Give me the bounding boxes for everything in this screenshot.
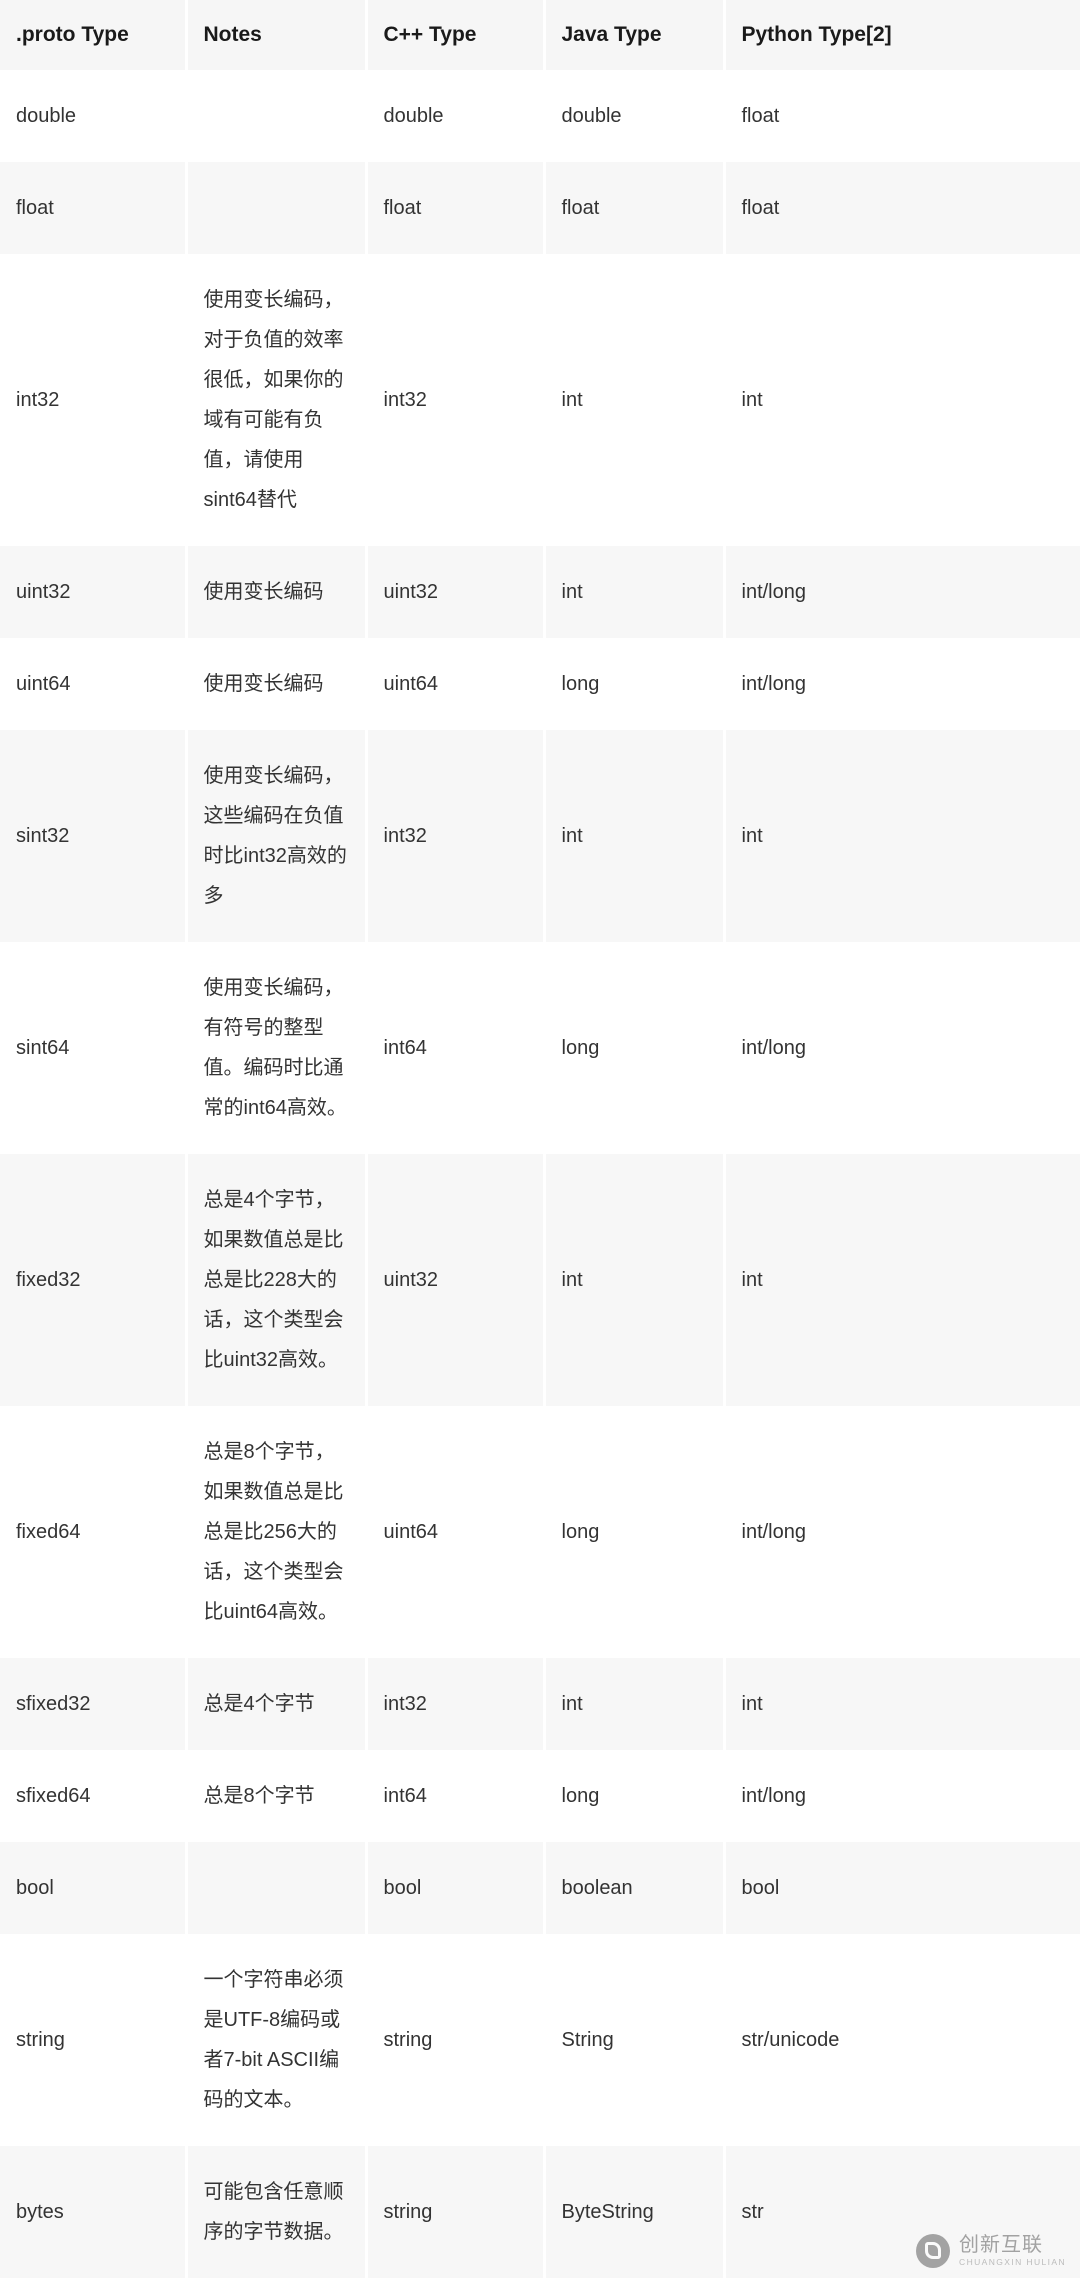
cell-notes: 总是4个字节，如果数值总是比总是比228大的话，这个类型会比uint32高效。 xyxy=(186,1154,368,1406)
cell-notes: 使用变长编码，这些编码在负值时比int32高效的多 xyxy=(186,730,368,942)
cell-java-type: ByteString xyxy=(544,2146,726,2278)
table-row: int32 使用变长编码，对于负值的效率很低，如果你的域有可能有负值，请使用si… xyxy=(0,254,1080,546)
cell-cpp-type: int32 xyxy=(366,254,546,546)
cell-cpp-type: uint64 xyxy=(366,1406,546,1658)
table-row: uint64 使用变长编码 uint64 long int/long xyxy=(0,638,1080,730)
cell-notes: 使用变长编码，对于负值的效率很低，如果你的域有可能有负值，请使用sint64替代 xyxy=(186,254,368,546)
cell-proto-type: bool xyxy=(0,1842,188,1934)
column-header-proto-type: .proto Type xyxy=(0,0,188,70)
cell-notes: 使用变长编码 xyxy=(186,638,368,730)
table-row: sint32 使用变长编码，这些编码在负值时比int32高效的多 int32 i… xyxy=(0,730,1080,942)
cell-cpp-type: int64 xyxy=(366,942,546,1154)
cell-notes: 使用变长编码 xyxy=(186,546,368,638)
cell-java-type: double xyxy=(544,70,726,162)
cell-notes xyxy=(186,162,368,254)
cell-cpp-type: bool xyxy=(366,1842,546,1934)
table-row: string 一个字符串必须是UTF-8编码或者7-bit ASCII编码的文本… xyxy=(0,1934,1080,2146)
column-header-notes: Notes xyxy=(186,0,368,70)
cell-notes xyxy=(186,1842,368,1934)
cell-python-type: int/long xyxy=(724,1750,1080,1842)
cell-cpp-type: string xyxy=(366,1934,546,2146)
cell-python-type: int/long xyxy=(724,638,1080,730)
cell-proto-type: double xyxy=(0,70,188,162)
column-header-java-type: Java Type xyxy=(544,0,726,70)
table-row: sfixed32 总是4个字节 int32 int int xyxy=(0,1658,1080,1750)
cell-java-type: String xyxy=(544,1934,726,2146)
cell-proto-type: float xyxy=(0,162,188,254)
cell-proto-type: fixed32 xyxy=(0,1154,188,1406)
cell-java-type: int xyxy=(544,546,726,638)
cell-java-type: float xyxy=(544,162,726,254)
table-header: .proto Type Notes C++ Type Java Type Pyt… xyxy=(0,0,1080,70)
table-row: fixed32 总是4个字节，如果数值总是比总是比228大的话，这个类型会比ui… xyxy=(0,1154,1080,1406)
cell-proto-type: string xyxy=(0,1934,188,2146)
table-row: uint32 使用变长编码 uint32 int int/long xyxy=(0,546,1080,638)
cell-cpp-type: int32 xyxy=(366,1658,546,1750)
cell-cpp-type: double xyxy=(366,70,546,162)
cell-proto-type: int32 xyxy=(0,254,188,546)
cell-python-type: float xyxy=(724,162,1080,254)
cell-java-type: boolean xyxy=(544,1842,726,1934)
cell-cpp-type: uint32 xyxy=(366,546,546,638)
cell-python-type: int/long xyxy=(724,942,1080,1154)
cell-notes: 可能包含任意顺序的字节数据。 xyxy=(186,2146,368,2278)
cell-notes: 总是8个字节 xyxy=(186,1750,368,1842)
cell-java-type: long xyxy=(544,1750,726,1842)
cell-java-type: int xyxy=(544,254,726,546)
cell-proto-type: sfixed64 xyxy=(0,1750,188,1842)
cell-cpp-type: int64 xyxy=(366,1750,546,1842)
table-body: double double double float float float f… xyxy=(0,70,1080,2278)
table-header-row: .proto Type Notes C++ Type Java Type Pyt… xyxy=(0,0,1080,70)
table-row: double double double float xyxy=(0,70,1080,162)
cell-proto-type: fixed64 xyxy=(0,1406,188,1658)
cell-java-type: long xyxy=(544,942,726,1154)
cell-notes: 使用变长编码，有符号的整型值。编码时比通常的int64高效。 xyxy=(186,942,368,1154)
table-row: fixed64 总是8个字节，如果数值总是比总是比256大的话，这个类型会比ui… xyxy=(0,1406,1080,1658)
cell-python-type: bool xyxy=(724,1842,1080,1934)
cell-cpp-type: uint64 xyxy=(366,638,546,730)
cell-notes: 总是4个字节 xyxy=(186,1658,368,1750)
cell-proto-type: sint32 xyxy=(0,730,188,942)
cell-python-type: int xyxy=(724,1154,1080,1406)
cell-python-type: int xyxy=(724,730,1080,942)
table-row: sfixed64 总是8个字节 int64 long int/long xyxy=(0,1750,1080,1842)
cell-python-type: int xyxy=(724,254,1080,546)
cell-proto-type: uint64 xyxy=(0,638,188,730)
cell-python-type: int/long xyxy=(724,1406,1080,1658)
proto-scalar-types-table: .proto Type Notes C++ Type Java Type Pyt… xyxy=(0,0,1080,2278)
table-row: bytes 可能包含任意顺序的字节数据。 string ByteString s… xyxy=(0,2146,1080,2278)
cell-python-type: int/long xyxy=(724,546,1080,638)
cell-proto-type: bytes xyxy=(0,2146,188,2278)
cell-notes: 一个字符串必须是UTF-8编码或者7-bit ASCII编码的文本。 xyxy=(186,1934,368,2146)
cell-java-type: int xyxy=(544,1658,726,1750)
cell-java-type: int xyxy=(544,1154,726,1406)
cell-cpp-type: string xyxy=(366,2146,546,2278)
cell-proto-type: sfixed32 xyxy=(0,1658,188,1750)
cell-python-type: float xyxy=(724,70,1080,162)
cell-python-type: str/unicode xyxy=(724,1934,1080,2146)
cell-notes xyxy=(186,70,368,162)
cell-java-type: long xyxy=(544,1406,726,1658)
cell-python-type: int xyxy=(724,1658,1080,1750)
cell-cpp-type: uint32 xyxy=(366,1154,546,1406)
cell-proto-type: sint64 xyxy=(0,942,188,1154)
table-row: float float float float xyxy=(0,162,1080,254)
column-header-cpp-type: C++ Type xyxy=(366,0,546,70)
cell-notes: 总是8个字节，如果数值总是比总是比256大的话，这个类型会比uint64高效。 xyxy=(186,1406,368,1658)
column-header-python-type: Python Type[2] xyxy=(724,0,1080,70)
cell-proto-type: uint32 xyxy=(0,546,188,638)
cell-cpp-type: int32 xyxy=(366,730,546,942)
proto-scalar-types-table-container: .proto Type Notes C++ Type Java Type Pyt… xyxy=(0,0,1080,2278)
cell-cpp-type: float xyxy=(366,162,546,254)
table-row: sint64 使用变长编码，有符号的整型值。编码时比通常的int64高效。 in… xyxy=(0,942,1080,1154)
table-row: bool bool boolean bool xyxy=(0,1842,1080,1934)
cell-python-type: str xyxy=(724,2146,1080,2278)
cell-java-type: long xyxy=(544,638,726,730)
cell-java-type: int xyxy=(544,730,726,942)
